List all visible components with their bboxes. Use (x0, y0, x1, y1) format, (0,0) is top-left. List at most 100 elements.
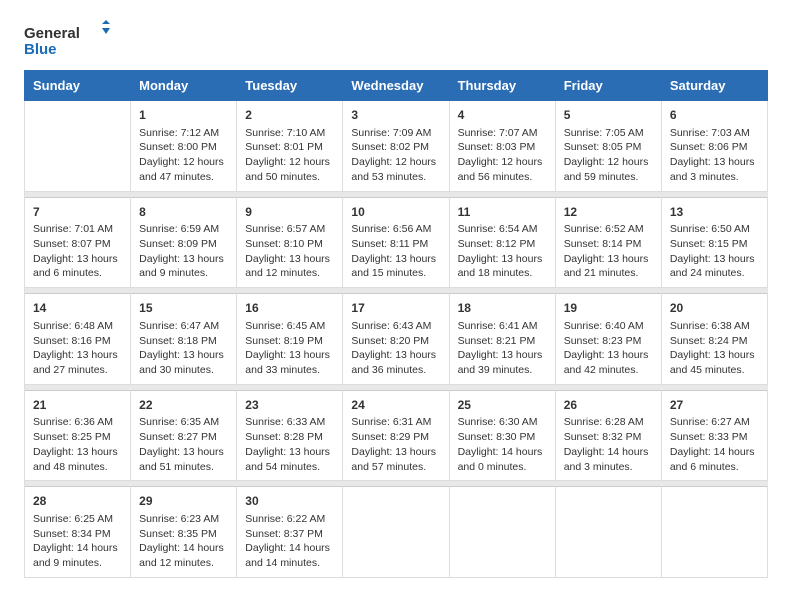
calendar-cell: 12Sunrise: 6:52 AMSunset: 8:14 PMDayligh… (555, 197, 661, 288)
calendar-cell (25, 101, 131, 192)
cell-line: and 50 minutes. (245, 170, 334, 185)
cell-line: and 9 minutes. (33, 556, 122, 571)
day-number: 10 (351, 204, 440, 221)
week-row: 21Sunrise: 6:36 AMSunset: 8:25 PMDayligh… (25, 390, 768, 481)
cell-line: and 6 minutes. (670, 460, 759, 475)
calendar-cell: 24Sunrise: 6:31 AMSunset: 8:29 PMDayligh… (343, 390, 449, 481)
calendar-cell: 1Sunrise: 7:12 AMSunset: 8:00 PMDaylight… (131, 101, 237, 192)
cell-line: Sunrise: 6:33 AM (245, 415, 334, 430)
cell-line: and 18 minutes. (458, 266, 547, 281)
calendar-cell: 9Sunrise: 6:57 AMSunset: 8:10 PMDaylight… (237, 197, 343, 288)
day-number: 23 (245, 397, 334, 414)
cell-line: Sunrise: 6:36 AM (33, 415, 122, 430)
day-number: 17 (351, 300, 440, 317)
day-number: 9 (245, 204, 334, 221)
cell-line: Sunrise: 7:09 AM (351, 126, 440, 141)
cell-line: Sunrise: 6:52 AM (564, 222, 653, 237)
cell-line: and 47 minutes. (139, 170, 228, 185)
calendar-cell (555, 487, 661, 578)
cell-line: Sunset: 8:32 PM (564, 430, 653, 445)
cell-line: and 42 minutes. (564, 363, 653, 378)
cell-line: and 45 minutes. (670, 363, 759, 378)
cell-line: Daylight: 12 hours (564, 155, 653, 170)
day-number: 19 (564, 300, 653, 317)
cell-line: Sunset: 8:09 PM (139, 237, 228, 252)
cell-line: and 56 minutes. (458, 170, 547, 185)
calendar-cell: 6Sunrise: 7:03 AMSunset: 8:06 PMDaylight… (661, 101, 767, 192)
cell-line: Daylight: 13 hours (458, 252, 547, 267)
cell-content: Sunrise: 6:56 AMSunset: 8:11 PMDaylight:… (351, 222, 440, 281)
day-number: 21 (33, 397, 122, 414)
cell-line: Sunrise: 6:48 AM (33, 319, 122, 334)
calendar-cell: 30Sunrise: 6:22 AMSunset: 8:37 PMDayligh… (237, 487, 343, 578)
cell-line: Sunrise: 6:30 AM (458, 415, 547, 430)
cell-line: Sunrise: 6:54 AM (458, 222, 547, 237)
cell-line: Daylight: 14 hours (245, 541, 334, 556)
cell-line: Sunset: 8:05 PM (564, 140, 653, 155)
cell-line: and 14 minutes. (245, 556, 334, 571)
cell-content: Sunrise: 6:48 AMSunset: 8:16 PMDaylight:… (33, 319, 122, 378)
cell-line: Sunrise: 6:57 AM (245, 222, 334, 237)
cell-line: Sunset: 8:14 PM (564, 237, 653, 252)
day-number: 2 (245, 107, 334, 124)
header-day: Monday (131, 71, 237, 101)
day-number: 5 (564, 107, 653, 124)
day-number: 3 (351, 107, 440, 124)
cell-line: Daylight: 13 hours (670, 348, 759, 363)
cell-line: Daylight: 13 hours (33, 445, 122, 460)
calendar-table: SundayMondayTuesdayWednesdayThursdayFrid… (24, 70, 768, 578)
cell-line: Sunset: 8:00 PM (139, 140, 228, 155)
day-number: 7 (33, 204, 122, 221)
cell-line: Sunset: 8:12 PM (458, 237, 547, 252)
cell-line: Sunset: 8:20 PM (351, 334, 440, 349)
cell-line: Sunset: 8:03 PM (458, 140, 547, 155)
calendar-cell: 16 Sunrise: 6:45 AMSunset: 8:19 PMDayligh… (237, 294, 343, 385)
cell-line: Sunrise: 6:43 AM (351, 319, 440, 334)
cell-line: Sunset: 8:25 PM (33, 430, 122, 445)
cell-line: and 27 minutes. (33, 363, 122, 378)
cell-line: Sunrise: 6:50 AM (670, 222, 759, 237)
logo-svg: General Blue (24, 20, 114, 60)
cell-line: Daylight: 13 hours (670, 252, 759, 267)
calendar-cell: 23Sunrise: 6:33 AMSunset: 8:28 PMDayligh… (237, 390, 343, 481)
cell-content: Sunrise: 6:35 AMSunset: 8:27 PMDaylight:… (139, 415, 228, 474)
day-number: 30 (245, 493, 334, 510)
cell-line: Daylight: 12 hours (139, 155, 228, 170)
day-number: 14 (33, 300, 122, 317)
cell-line: Sunset: 8:02 PM (351, 140, 440, 155)
header-day: Saturday (661, 71, 767, 101)
calendar-cell: 2 Sunrise: 7:10 AMSunset: 8:01 PMDaylight… (237, 101, 343, 192)
cell-line: Sunset: 8:19 PM (245, 334, 334, 349)
calendar-cell: 28Sunrise: 6:25 AMSunset: 8:34 PMDayligh… (25, 487, 131, 578)
cell-content: Sunrise: 6:38 AMSunset: 8:24 PMDaylight:… (670, 319, 759, 378)
calendar-cell: 11Sunrise: 6:54 AMSunset: 8:12 PMDayligh… (449, 197, 555, 288)
cell-line: Sunset: 8:29 PM (351, 430, 440, 445)
week-row: 14 Sunrise: 6:48 AMSunset: 8:16 PMDayligh… (25, 294, 768, 385)
cell-line: Sunrise: 6:22 AM (245, 512, 334, 527)
cell-line: Sunrise: 6:41 AM (458, 319, 547, 334)
cell-line: and 33 minutes. (245, 363, 334, 378)
cell-line: Daylight: 13 hours (33, 252, 122, 267)
cell-content: Sunrise: 7:10 AMSunset: 8:01 PMDaylight:… (245, 126, 334, 185)
cell-content: Sunrise: 6:45 AMSunset: 8:19 PMDaylight:… (245, 319, 334, 378)
cell-line: Sunrise: 6:56 AM (351, 222, 440, 237)
day-number: 22 (139, 397, 228, 414)
cell-line: Daylight: 13 hours (33, 348, 122, 363)
cell-line: and 24 minutes. (670, 266, 759, 281)
day-number: 16 (245, 300, 334, 317)
cell-line: and 21 minutes. (564, 266, 653, 281)
cell-line: Daylight: 14 hours (564, 445, 653, 460)
cell-content: Sunrise: 6:52 AMSunset: 8:14 PMDaylight:… (564, 222, 653, 281)
cell-content: Sunrise: 6:27 AMSunset: 8:33 PMDaylight:… (670, 415, 759, 474)
header: General Blue (24, 20, 768, 60)
cell-line: Sunrise: 7:07 AM (458, 126, 547, 141)
cell-line: and 12 minutes. (245, 266, 334, 281)
cell-line: Sunset: 8:01 PM (245, 140, 334, 155)
cell-line: Sunset: 8:28 PM (245, 430, 334, 445)
cell-content: Sunrise: 6:28 AMSunset: 8:32 PMDaylight:… (564, 415, 653, 474)
day-number: 6 (670, 107, 759, 124)
cell-line: Daylight: 14 hours (670, 445, 759, 460)
day-number: 24 (351, 397, 440, 414)
cell-line: Sunrise: 6:40 AM (564, 319, 653, 334)
cell-line: Sunset: 8:35 PM (139, 527, 228, 542)
